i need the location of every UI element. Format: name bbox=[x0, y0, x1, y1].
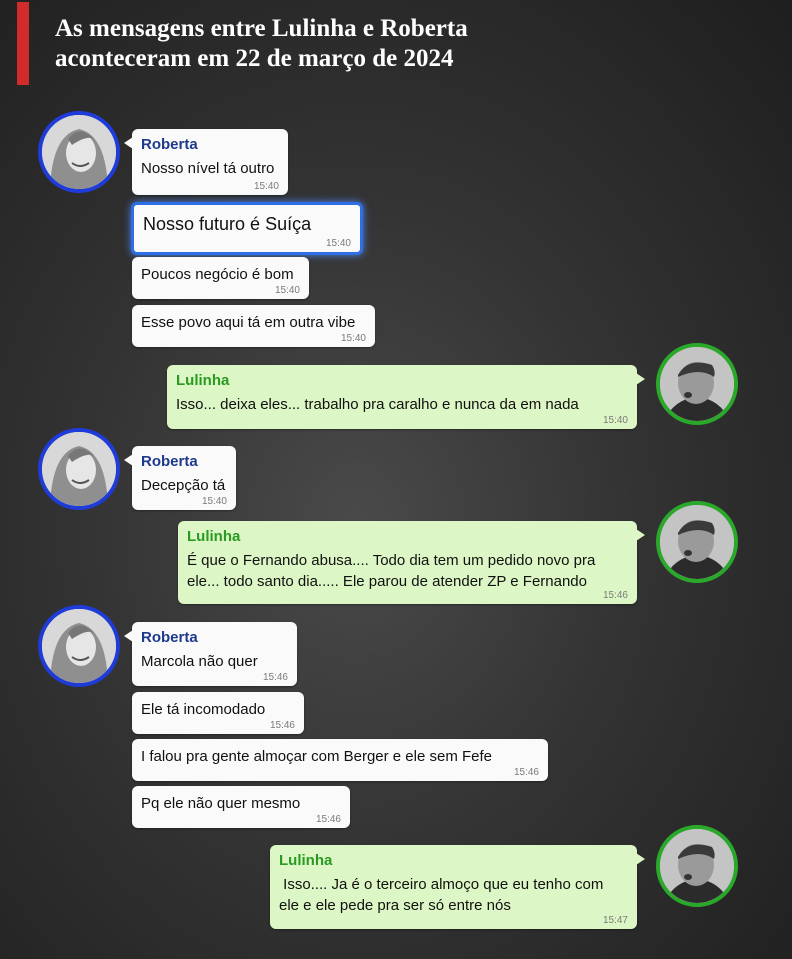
message-time: 15:46 bbox=[269, 720, 295, 731]
message-time: 15:46 bbox=[315, 814, 341, 825]
message-time: 15:40 bbox=[340, 333, 366, 344]
message-text: I falou pra gente almoçar com Berger e e… bbox=[141, 748, 493, 765]
message-text-line-1: Isso.... Ja é o terceiro almoço que eu t… bbox=[279, 876, 604, 893]
message-bubble[interactable]: Roberta Marcola não quer 15:46 bbox=[124, 622, 297, 686]
message-text-line-1: É que o Fernando abusa.... Todo dia tem … bbox=[187, 552, 596, 569]
title-accent-bar bbox=[17, 2, 29, 85]
message-text: Esse povo aqui tá em outra vibe bbox=[141, 314, 356, 331]
message-text: Ele tá incomodado bbox=[141, 701, 266, 718]
roberta-avatar[interactable] bbox=[38, 605, 120, 687]
roberta-avatar[interactable] bbox=[38, 428, 120, 510]
message-bubble[interactable]: Pq ele não quer mesmo 15:46 bbox=[132, 786, 350, 828]
message-time: 15:46 bbox=[513, 767, 539, 778]
message-text: Isso... deixa eles... trabalho pra caral… bbox=[176, 396, 579, 413]
lulinha-avatar[interactable] bbox=[656, 501, 738, 583]
message-time: 15:40 bbox=[602, 415, 628, 426]
title-line-1: As mensagens entre Lulinha e Roberta bbox=[55, 15, 468, 42]
sender-name: Roberta bbox=[141, 629, 198, 646]
message-bubble[interactable]: Poucos negócio é bom 15:40 bbox=[132, 257, 309, 299]
message-bubble[interactable]: Lulinha Isso.... Ja é o terceiro almoço … bbox=[270, 845, 645, 929]
message-time: 15:40 bbox=[325, 238, 351, 249]
sender-name: Lulinha bbox=[279, 852, 333, 869]
title-line-2: aconteceram em 22 de março de 2024 bbox=[55, 45, 454, 72]
page-title: As mensagens entre Lulinha e Roberta aco… bbox=[55, 14, 775, 74]
message-text: Decepção tá bbox=[141, 477, 226, 494]
message-time: 15:46 bbox=[602, 590, 628, 601]
message-bubble[interactable]: Ele tá incomodado 15:46 bbox=[132, 692, 304, 734]
message-text: Nosso futuro é Suíça bbox=[143, 214, 312, 234]
message-time: 15:46 bbox=[262, 672, 288, 683]
sender-name: Lulinha bbox=[187, 528, 241, 545]
sender-name: Lulinha bbox=[176, 372, 230, 389]
message-bubble[interactable]: I falou pra gente almoçar com Berger e e… bbox=[132, 739, 548, 781]
message-bubble[interactable]: Lulinha É que o Fernando abusa.... Todo … bbox=[178, 521, 645, 604]
message-bubble[interactable]: Lulinha Isso... deixa eles... trabalho p… bbox=[167, 365, 645, 429]
message-time: 15:47 bbox=[602, 915, 628, 926]
message-bubble[interactable]: Roberta Decepção tá 15:40 bbox=[124, 446, 236, 510]
sender-name: Roberta bbox=[141, 453, 198, 470]
sender-name: Roberta bbox=[141, 136, 198, 153]
message-text: Pq ele não quer mesmo bbox=[141, 795, 301, 812]
message-time: 15:40 bbox=[253, 181, 279, 192]
message-text: Poucos negócio é bom bbox=[141, 266, 294, 283]
lulinha-avatar[interactable] bbox=[656, 343, 738, 425]
message-text-line-2: ele e ele pede pra ser só entre nós bbox=[279, 897, 511, 914]
highlighted-message-bubble[interactable]: Nosso futuro é Suíça 15:40 bbox=[131, 202, 363, 255]
message-text: Marcola não quer bbox=[141, 653, 258, 670]
roberta-avatar[interactable] bbox=[38, 111, 120, 193]
message-bubble[interactable]: Roberta Nosso nível tá outro 15:40 bbox=[124, 129, 288, 195]
lulinha-avatar[interactable] bbox=[656, 825, 738, 907]
message-bubble[interactable]: Esse povo aqui tá em outra vibe 15:40 bbox=[132, 305, 375, 347]
message-time: 15:40 bbox=[274, 285, 300, 296]
message-time: 15:40 bbox=[201, 496, 227, 507]
message-text: Nosso nível tá outro bbox=[141, 160, 275, 177]
message-text-line-2: ele... todo santo dia..... Ele parou de … bbox=[187, 573, 587, 590]
